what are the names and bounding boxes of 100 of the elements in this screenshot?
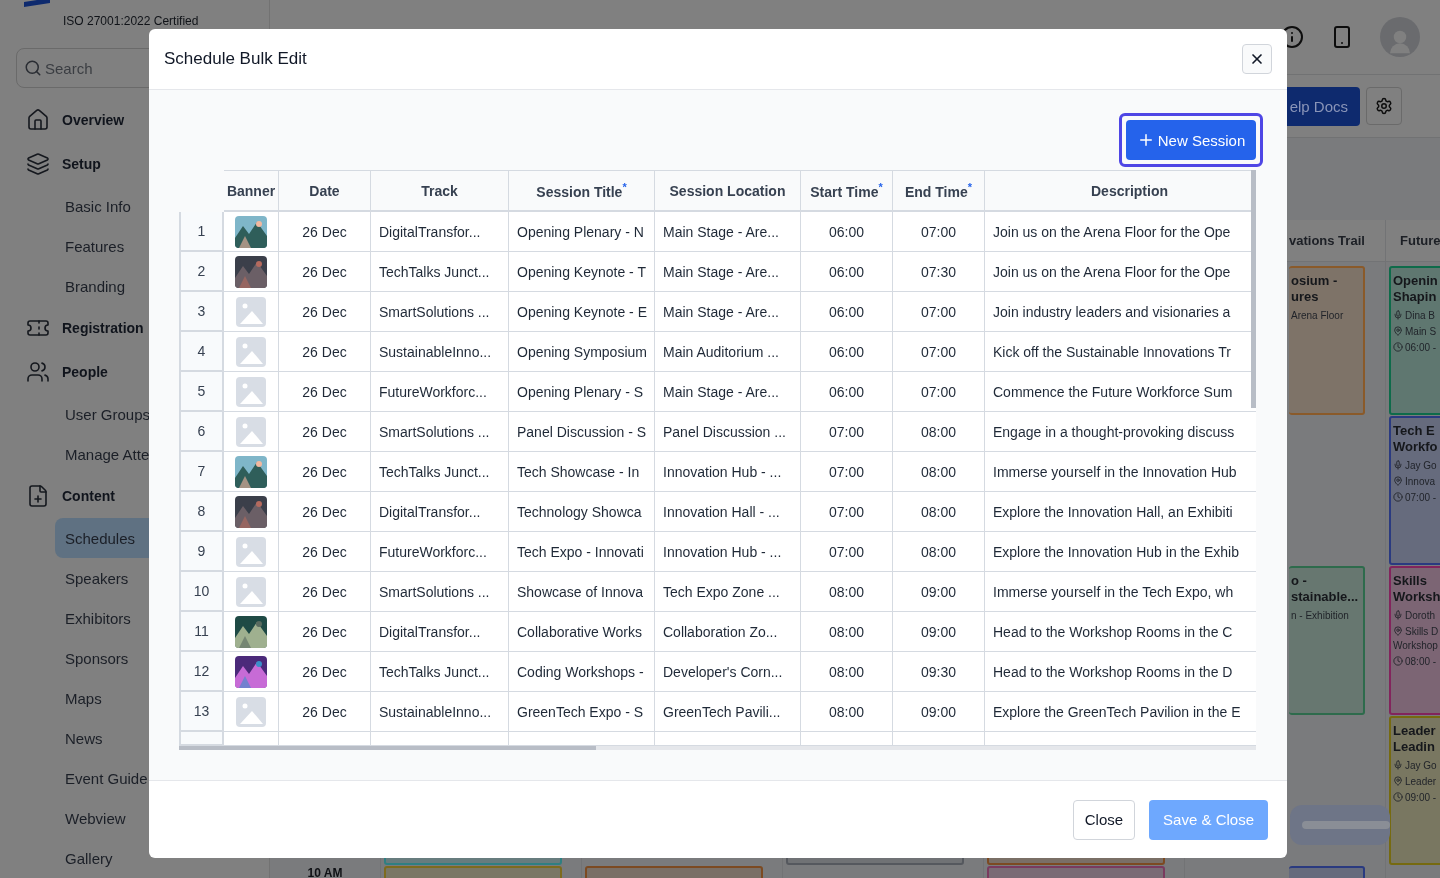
table-cell: 26 Dec bbox=[279, 492, 371, 532]
column-header[interactable]: Session Title$^{*}$ bbox=[509, 170, 655, 212]
home-icon bbox=[26, 108, 50, 132]
session-title: Skills Worksh bbox=[1393, 573, 1440, 605]
clock-icon bbox=[1393, 342, 1403, 352]
row-number: 9 bbox=[179, 532, 224, 572]
row-number: 2 bbox=[179, 252, 224, 292]
session-title: osium - ures bbox=[1291, 273, 1339, 305]
table-cell: Explore the Innovation Hall, an Exhibiti bbox=[985, 492, 1256, 532]
table-cell: 06:00 bbox=[801, 292, 893, 332]
image-placeholder-icon bbox=[236, 336, 266, 367]
table-cell: Main Stage - Are... bbox=[655, 212, 801, 252]
close-button[interactable] bbox=[1242, 44, 1272, 74]
session-title: Openin Shapin bbox=[1393, 273, 1439, 305]
session-card[interactable]: Skills Worksh Doroth Skills D Workshop 08:00 - bbox=[1389, 566, 1440, 715]
pin-icon bbox=[1393, 776, 1403, 786]
table-cell: 08:00 bbox=[801, 572, 893, 612]
settings-icon bbox=[1375, 97, 1393, 115]
session-card[interactable]: Leader Leadin Jay Go Leader 09:00 - bbox=[1389, 716, 1440, 865]
session-time: 07:00 - bbox=[1393, 491, 1440, 505]
table-cell: Tech Expo Zone ... bbox=[655, 572, 801, 612]
pin-icon bbox=[1393, 626, 1403, 636]
session-card[interactable]: Tech E Workfo Jay Go Innova 07:00 - bbox=[1389, 416, 1440, 565]
session-title: Leader Leadin bbox=[1393, 723, 1437, 755]
file-plus-icon bbox=[26, 484, 50, 508]
nav-group[interactable]: Overview bbox=[0, 98, 269, 142]
session-card[interactable]: o - stainable... n - Exhibition bbox=[1289, 566, 1365, 715]
table-cell: 26 Dec bbox=[279, 372, 371, 412]
image-placeholder-icon bbox=[236, 576, 266, 607]
column-header[interactable]: Banner bbox=[224, 170, 279, 212]
table-cell: Main Stage - Are... bbox=[655, 252, 801, 292]
certification-text: ISO 27001:2022 Certified bbox=[63, 14, 200, 28]
table-cell: 26 Dec bbox=[279, 252, 371, 292]
table-cell: 07:00 bbox=[801, 532, 893, 572]
table-cell: Commence the Future Workforce Sum bbox=[985, 372, 1256, 412]
session-card[interactable]: osium - ures Arena Floor bbox=[1289, 266, 1365, 415]
table-cell: Explore the Innovation Hub in the Exhib bbox=[985, 532, 1256, 572]
scrollbar[interactable] bbox=[179, 746, 1256, 750]
microphone-icon bbox=[1393, 760, 1403, 770]
session-speaker: Dina B bbox=[1393, 309, 1440, 323]
row-number: 10 bbox=[179, 572, 224, 612]
track-header: vations Trail bbox=[1289, 233, 1365, 248]
session-location: Innova bbox=[1393, 475, 1440, 489]
table-cell: Innovation Hall - ... bbox=[655, 492, 801, 532]
session-speaker: Jay Go bbox=[1393, 759, 1440, 773]
session-time: 09:00 - bbox=[1393, 791, 1440, 805]
table-cell: Main Stage - Are... bbox=[655, 292, 801, 332]
table-cell: 08:00 bbox=[893, 532, 985, 572]
session-card[interactable]: Openin Shapin Dina B Main S 06:00 - bbox=[1389, 266, 1440, 415]
settings-button[interactable] bbox=[1366, 87, 1402, 125]
image-placeholder-icon bbox=[236, 416, 266, 447]
row-number: 3 bbox=[179, 292, 224, 332]
session-speaker: Doroth bbox=[1393, 609, 1440, 623]
pin-icon bbox=[1393, 326, 1403, 336]
table-cell: 08:00 bbox=[893, 452, 985, 492]
table-cell: 08:00 bbox=[801, 692, 893, 732]
table-cell: Tech Showcase - In bbox=[509, 452, 655, 492]
new-session-button[interactable]: New Session bbox=[1126, 120, 1256, 160]
column-header[interactable]: Date bbox=[279, 170, 371, 212]
table-cell: 07:00 bbox=[801, 412, 893, 452]
scrollbar[interactable] bbox=[1290, 805, 1390, 845]
track-header: Future bbox=[1400, 233, 1440, 248]
table-cell: 26 Dec bbox=[279, 212, 371, 252]
table-cell: Opening Keynote - T bbox=[509, 252, 655, 292]
table-cell: 06:00 bbox=[801, 252, 893, 292]
table-cell: 07:00 bbox=[893, 212, 985, 252]
table-cell: Opening Keynote - E bbox=[509, 292, 655, 332]
table-cell: Panel Discussion - S bbox=[509, 412, 655, 452]
row-number: 8 bbox=[179, 492, 224, 532]
table-cell: Main Stage - Are... bbox=[655, 372, 801, 412]
nav-group-label: Overview bbox=[62, 112, 125, 128]
table-cell: 06:00 bbox=[801, 332, 893, 372]
table-cell: TechTalks Junct... bbox=[371, 652, 509, 692]
microphone-icon bbox=[1393, 610, 1403, 620]
scrollbar[interactable] bbox=[1251, 170, 1256, 408]
table-cell: 09:00 bbox=[893, 572, 985, 612]
session-title: o - stainable... bbox=[1291, 573, 1360, 605]
table-cell: Coding Workshops - bbox=[509, 652, 655, 692]
table-cell: 26 Dec bbox=[279, 532, 371, 572]
column-header[interactable]: Track bbox=[371, 170, 509, 212]
pin-icon bbox=[1393, 476, 1403, 486]
column-header[interactable]: Session Location bbox=[655, 170, 801, 212]
table-cell: DigitalTransfor... bbox=[371, 612, 509, 652]
close-button[interactable]: Close bbox=[1072, 799, 1136, 840]
clock-icon bbox=[1393, 492, 1403, 502]
nav-group-label: Content bbox=[62, 488, 115, 504]
session-location: Arena Floor bbox=[1291, 309, 1345, 323]
row-number: 1 bbox=[179, 212, 224, 252]
table-cell: 07:00 bbox=[893, 372, 985, 412]
image-placeholder-icon bbox=[236, 536, 266, 567]
table-cell: Collaborative Works bbox=[509, 612, 655, 652]
nav-group-label: Setup bbox=[62, 156, 101, 172]
table-cell: Innovation Hub - ... bbox=[655, 452, 801, 492]
table-cell: Developer's Corn... bbox=[655, 652, 801, 692]
clock-icon bbox=[1393, 656, 1403, 666]
table-cell: 09:00 bbox=[893, 692, 985, 732]
image-placeholder-icon bbox=[236, 376, 266, 407]
table-cell: Opening Plenary - N bbox=[509, 212, 655, 252]
column-header[interactable]: Start Time$^{*}$ bbox=[801, 170, 893, 212]
column-header[interactable]: End Time$^{*}$ bbox=[893, 170, 985, 212]
